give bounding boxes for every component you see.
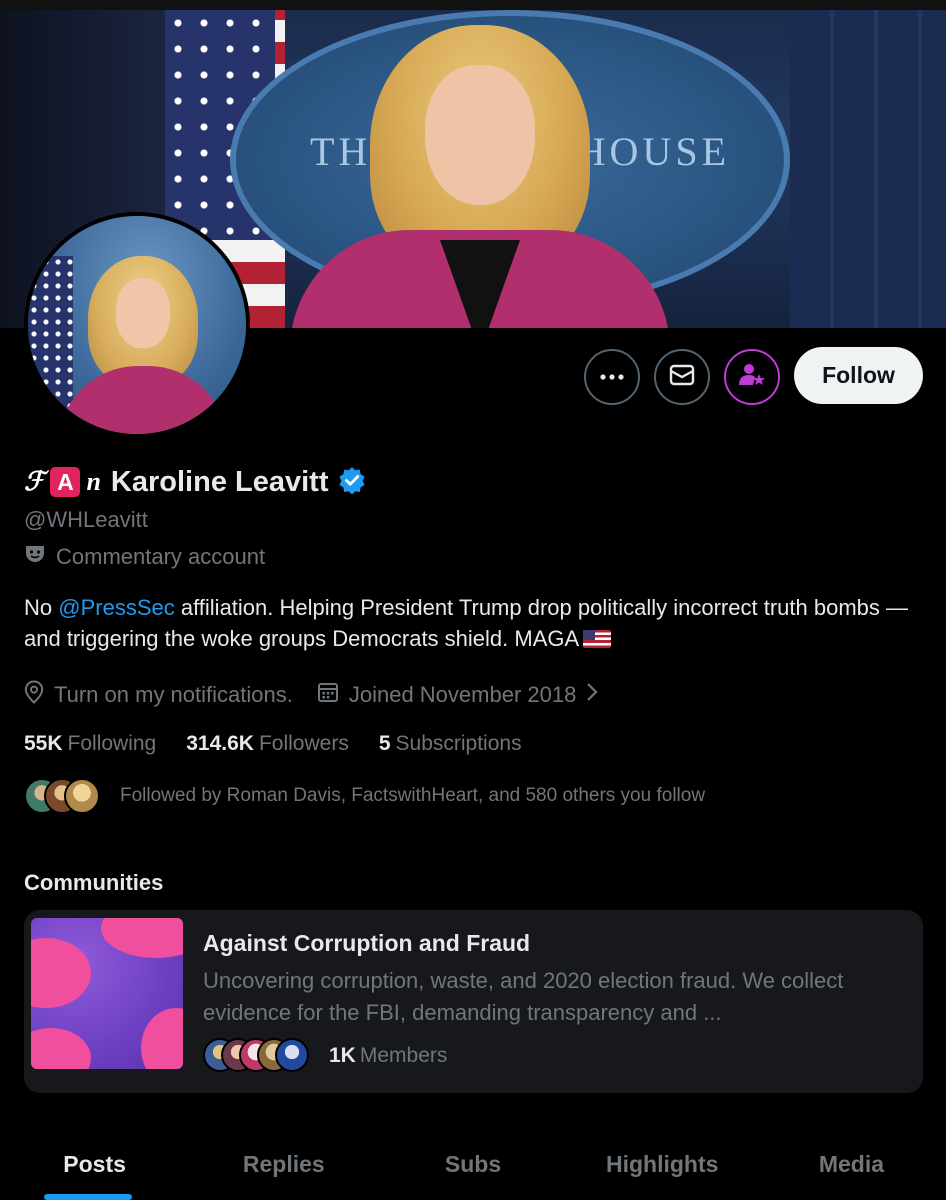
name-prefix-glyph: ℱ bbox=[24, 467, 45, 496]
followed-by-avatars bbox=[24, 778, 104, 814]
follower-avatar bbox=[64, 778, 100, 814]
banner-backdrop-right bbox=[790, 10, 946, 328]
thumb-blob bbox=[141, 1008, 183, 1069]
followers-count: 314.6K bbox=[186, 732, 254, 755]
subscriptions-link[interactable]: 5 Subscriptions bbox=[379, 732, 522, 756]
followers-link[interactable]: 314.6K Followers bbox=[186, 732, 349, 756]
bio-mention-link[interactable]: @PressSec bbox=[58, 595, 174, 620]
community-thumbnail bbox=[31, 918, 183, 1069]
name-prefix-badge: A bbox=[50, 467, 81, 497]
profile-bio: No @PressSec affiliation. Helping Presid… bbox=[24, 592, 924, 654]
subscribe-star-icon bbox=[738, 362, 766, 393]
community-member-avatars bbox=[203, 1038, 315, 1074]
more-options-button[interactable] bbox=[584, 349, 640, 405]
calendar-icon bbox=[317, 681, 339, 709]
following-count: 55K bbox=[24, 732, 63, 755]
us-flag-emoji bbox=[583, 630, 612, 648]
community-name[interactable]: Against Corruption and Fraud bbox=[203, 930, 530, 957]
followed-by-row[interactable]: Followed by Roman Davis, FactswithHeart,… bbox=[24, 778, 705, 814]
tab-label: Replies bbox=[242, 1150, 325, 1177]
joined-text: Joined November 2018 bbox=[348, 682, 577, 707]
chevron-right-icon bbox=[586, 682, 598, 708]
tab-label: Media bbox=[818, 1150, 884, 1177]
envelope-icon bbox=[669, 364, 695, 391]
bio-text-start: No bbox=[24, 595, 59, 620]
members-count: 1K bbox=[329, 1044, 356, 1067]
location-item: Turn on my notifications. bbox=[24, 680, 293, 710]
tab-media[interactable]: Media bbox=[757, 1128, 946, 1200]
banner-top-edge bbox=[0, 0, 946, 10]
community-description: Uncovering corruption, waste, and 2020 e… bbox=[203, 968, 844, 1025]
account-label-text: Commentary account bbox=[56, 544, 266, 569]
location-text: Turn on my notifications. bbox=[54, 682, 293, 707]
verified-badge-icon[interactable] bbox=[338, 466, 366, 499]
tab-posts[interactable]: Posts bbox=[0, 1128, 189, 1200]
tab-label: Highlights bbox=[605, 1150, 719, 1177]
profile-meta: Turn on my notifications. Joined Novembe… bbox=[24, 680, 622, 710]
thumb-blob bbox=[31, 1028, 91, 1069]
avatar-face bbox=[116, 278, 170, 348]
following-label: Following bbox=[67, 732, 157, 755]
theater-mask-icon bbox=[24, 544, 46, 570]
subscribe-button[interactable] bbox=[724, 349, 780, 405]
joined-item[interactable]: Joined November 2018 bbox=[317, 681, 598, 709]
follow-button[interactable]: Follow bbox=[794, 347, 923, 404]
message-button[interactable] bbox=[654, 349, 710, 405]
communities-heading: Communities bbox=[24, 870, 164, 895]
thumb-blob bbox=[101, 918, 183, 958]
tab-label: Subs bbox=[444, 1150, 502, 1177]
profile-tabs: Posts Replies Subs Highlights Media bbox=[0, 1128, 946, 1200]
community-members-row: 1K Members bbox=[203, 1038, 447, 1074]
subscriptions-label: Subscriptions bbox=[395, 732, 522, 755]
members-label: Members bbox=[359, 1044, 448, 1067]
active-tab-indicator bbox=[44, 1194, 132, 1200]
display-name: Karoline Leavitt bbox=[110, 465, 329, 498]
tab-replies[interactable]: Replies bbox=[189, 1128, 378, 1200]
banner-person-face bbox=[425, 65, 535, 205]
account-label[interactable]: Commentary account bbox=[24, 544, 265, 570]
member-avatar bbox=[275, 1038, 309, 1072]
display-name-row: ℱ A n Karoline Leavitt bbox=[24, 462, 366, 502]
ellipsis-icon bbox=[599, 368, 625, 386]
profile-avatar[interactable] bbox=[24, 212, 250, 438]
tab-highlights[interactable]: Highlights bbox=[568, 1128, 757, 1200]
following-link[interactable]: 55K Following bbox=[24, 732, 156, 756]
followed-by-text: Followed by Roman Davis, FactswithHeart,… bbox=[120, 785, 706, 806]
thumb-blob bbox=[31, 938, 91, 1008]
community-members-count: 1K Members bbox=[329, 1044, 447, 1068]
tab-subs[interactable]: Subs bbox=[378, 1128, 567, 1200]
banner-person bbox=[290, 25, 670, 328]
name-prefix-glyph-2: n bbox=[86, 467, 101, 496]
followers-label: Followers bbox=[258, 732, 349, 755]
tab-label: Posts bbox=[63, 1150, 126, 1177]
location-pin-icon bbox=[24, 680, 44, 710]
community-card[interactable]: Against Corruption and Fraud Uncovering … bbox=[24, 910, 923, 1093]
follow-stats: 55K Following 314.6K Followers 5 Subscripti… bbox=[24, 732, 522, 756]
subscriptions-count: 5 bbox=[378, 732, 391, 755]
profile-handle: @WHLeavitt bbox=[24, 507, 148, 532]
